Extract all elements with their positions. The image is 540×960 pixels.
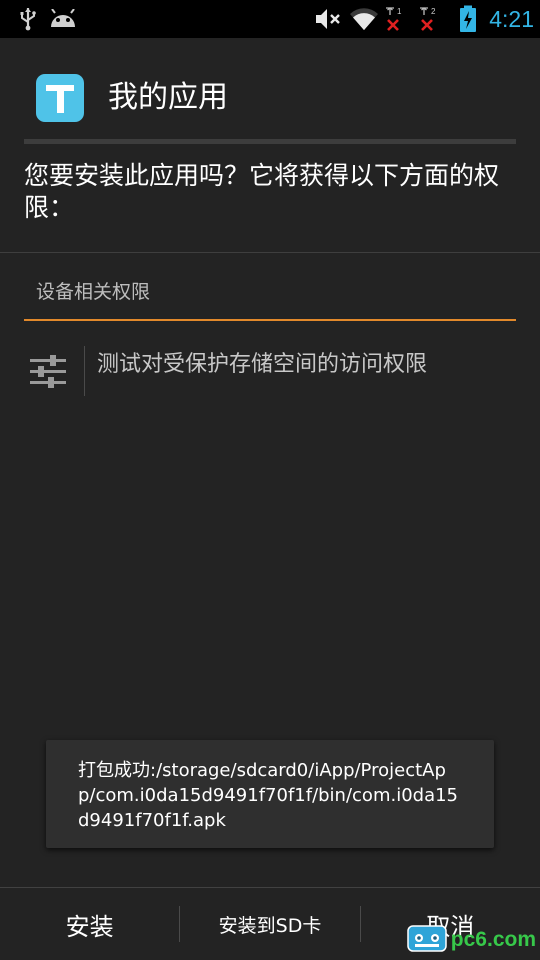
app-title: 我的应用 <box>108 80 228 115</box>
watermark: pc6.com <box>407 922 536 958</box>
battery-charging-icon <box>458 0 478 38</box>
watermark-text: pc6.com <box>450 928 536 951</box>
mute-icon <box>313 0 343 38</box>
permission-separator <box>84 346 85 396</box>
sim1-label: 1 <box>397 7 402 16</box>
wifi-icon <box>349 0 379 38</box>
app-header: 我的应用 <box>0 38 540 138</box>
permission-item[interactable]: 测试对受保护存储空间的访问权限 <box>0 340 540 400</box>
prompt-divider <box>0 252 540 253</box>
section-header-device-permissions: 设备相关权限 <box>36 281 151 303</box>
toast: 打包成功:/storage/sdcard0/iApp/ProjectApp/co… <box>46 740 494 848</box>
screen: 1 2 4:21 我的应用 您要安装此应用吗？它将获得以下方面的权限： 设备相关… <box>0 0 540 960</box>
install-sd-button[interactable]: 安装到SD卡 <box>180 888 359 960</box>
sim2-no-signal-icon: 2 <box>417 0 439 38</box>
watermark-logo-icon <box>407 923 447 957</box>
status-bar: 1 2 4:21 <box>0 0 540 38</box>
toast-message: 打包成功:/storage/sdcard0/iApp/ProjectApp/co… <box>78 760 459 831</box>
permission-label: 测试对受保护存储空间的访问权限 <box>97 352 428 377</box>
install-button[interactable]: 安装 <box>0 888 179 960</box>
app-icon <box>36 74 84 122</box>
status-clock: 4:21 <box>489 6 534 32</box>
android-icon <box>49 0 77 38</box>
settings-sliders-icon <box>28 352 68 392</box>
section-underline <box>24 319 516 321</box>
sim1-no-signal-icon: 1 <box>383 0 405 38</box>
header-divider <box>24 139 516 144</box>
usb-icon <box>16 0 40 38</box>
sim2-label: 2 <box>431 7 436 16</box>
install-prompt: 您要安装此应用吗？它将获得以下方面的权限： <box>24 161 500 222</box>
